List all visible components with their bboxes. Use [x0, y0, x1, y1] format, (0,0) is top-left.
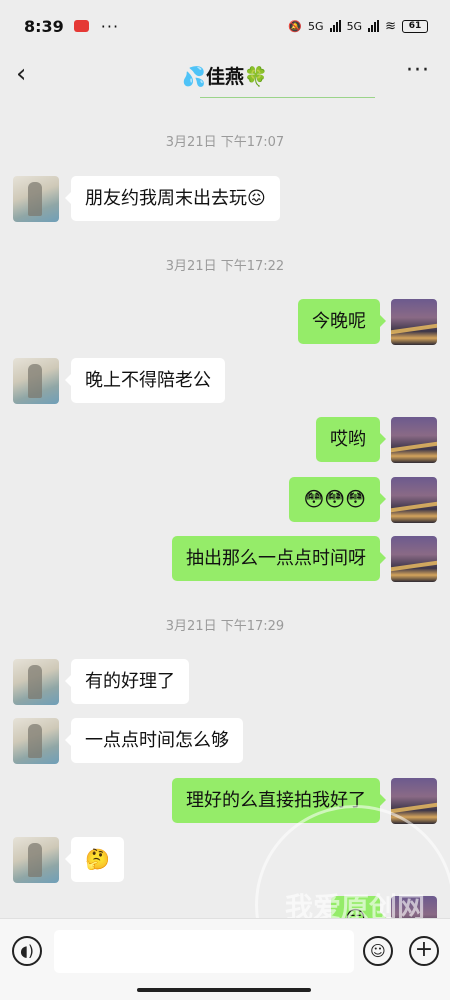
peer-avatar[interactable]: [13, 659, 59, 705]
peer-avatar[interactable]: [13, 718, 59, 764]
message-text: 朋友约我周末出去玩😖: [85, 188, 266, 209]
message-bubble-mine[interactable]: 今晚呢: [298, 299, 386, 344]
my-avatar[interactable]: [391, 536, 437, 582]
plus-icon[interactable]: +: [409, 936, 439, 966]
flushed-emoji-icon: 😳😳😳: [303, 487, 366, 511]
timestamp: 3月21日 下午17:22: [165, 259, 285, 274]
voice-icon[interactable]: ◖): [12, 936, 42, 966]
message-input[interactable]: [54, 930, 354, 973]
message-bubble-peer[interactable]: 有的好理了: [65, 659, 189, 704]
message-bubble-peer[interactable]: 🤔: [65, 837, 124, 882]
timestamp: 3月21日 下午17:07: [165, 135, 285, 150]
my-avatar[interactable]: [391, 477, 437, 523]
message-bubble-peer[interactable]: 朋友约我周末出去玩😖: [65, 176, 280, 221]
message-text: 晚上不得陪老公: [85, 370, 211, 391]
my-avatar[interactable]: [391, 299, 437, 345]
peer-avatar[interactable]: [13, 176, 59, 222]
home-indicator[interactable]: [137, 988, 311, 992]
message-text: 抽出那么一点点时间呀: [186, 548, 366, 569]
my-avatar[interactable]: [391, 778, 437, 824]
message-text: 有的好理了: [85, 671, 175, 692]
peer-avatar[interactable]: [13, 358, 59, 404]
message-bubble-peer[interactable]: 晚上不得陪老公: [65, 358, 225, 403]
message-bubble-mine[interactable]: 哎哟: [316, 417, 386, 462]
message-text: 理好的么直接拍我好了: [186, 790, 366, 811]
message-bubble-peer[interactable]: 一点点时间怎么够: [65, 718, 243, 763]
thinking-emoji-icon: 🤔: [85, 847, 110, 871]
message-text: 一点点时间怎么够: [85, 730, 229, 751]
my-avatar[interactable]: [391, 417, 437, 463]
chat-area[interactable]: 3月21日 下午17:07 朋友约我周末出去玩😖 3月21日 下午17:22 今…: [0, 0, 450, 942]
emoji-icon[interactable]: ☺: [363, 936, 393, 966]
message-bubble-mine[interactable]: 😳😳😳: [289, 477, 386, 522]
message-bubble-mine[interactable]: 抽出那么一点点时间呀: [172, 536, 386, 581]
message-text: 今晚呢: [312, 311, 366, 332]
timestamp: 3月21日 下午17:29: [165, 619, 285, 634]
message-bubble-mine[interactable]: 理好的么直接拍我好了: [172, 778, 386, 823]
peer-avatar[interactable]: [13, 837, 59, 883]
message-text: 哎哟: [330, 429, 366, 450]
